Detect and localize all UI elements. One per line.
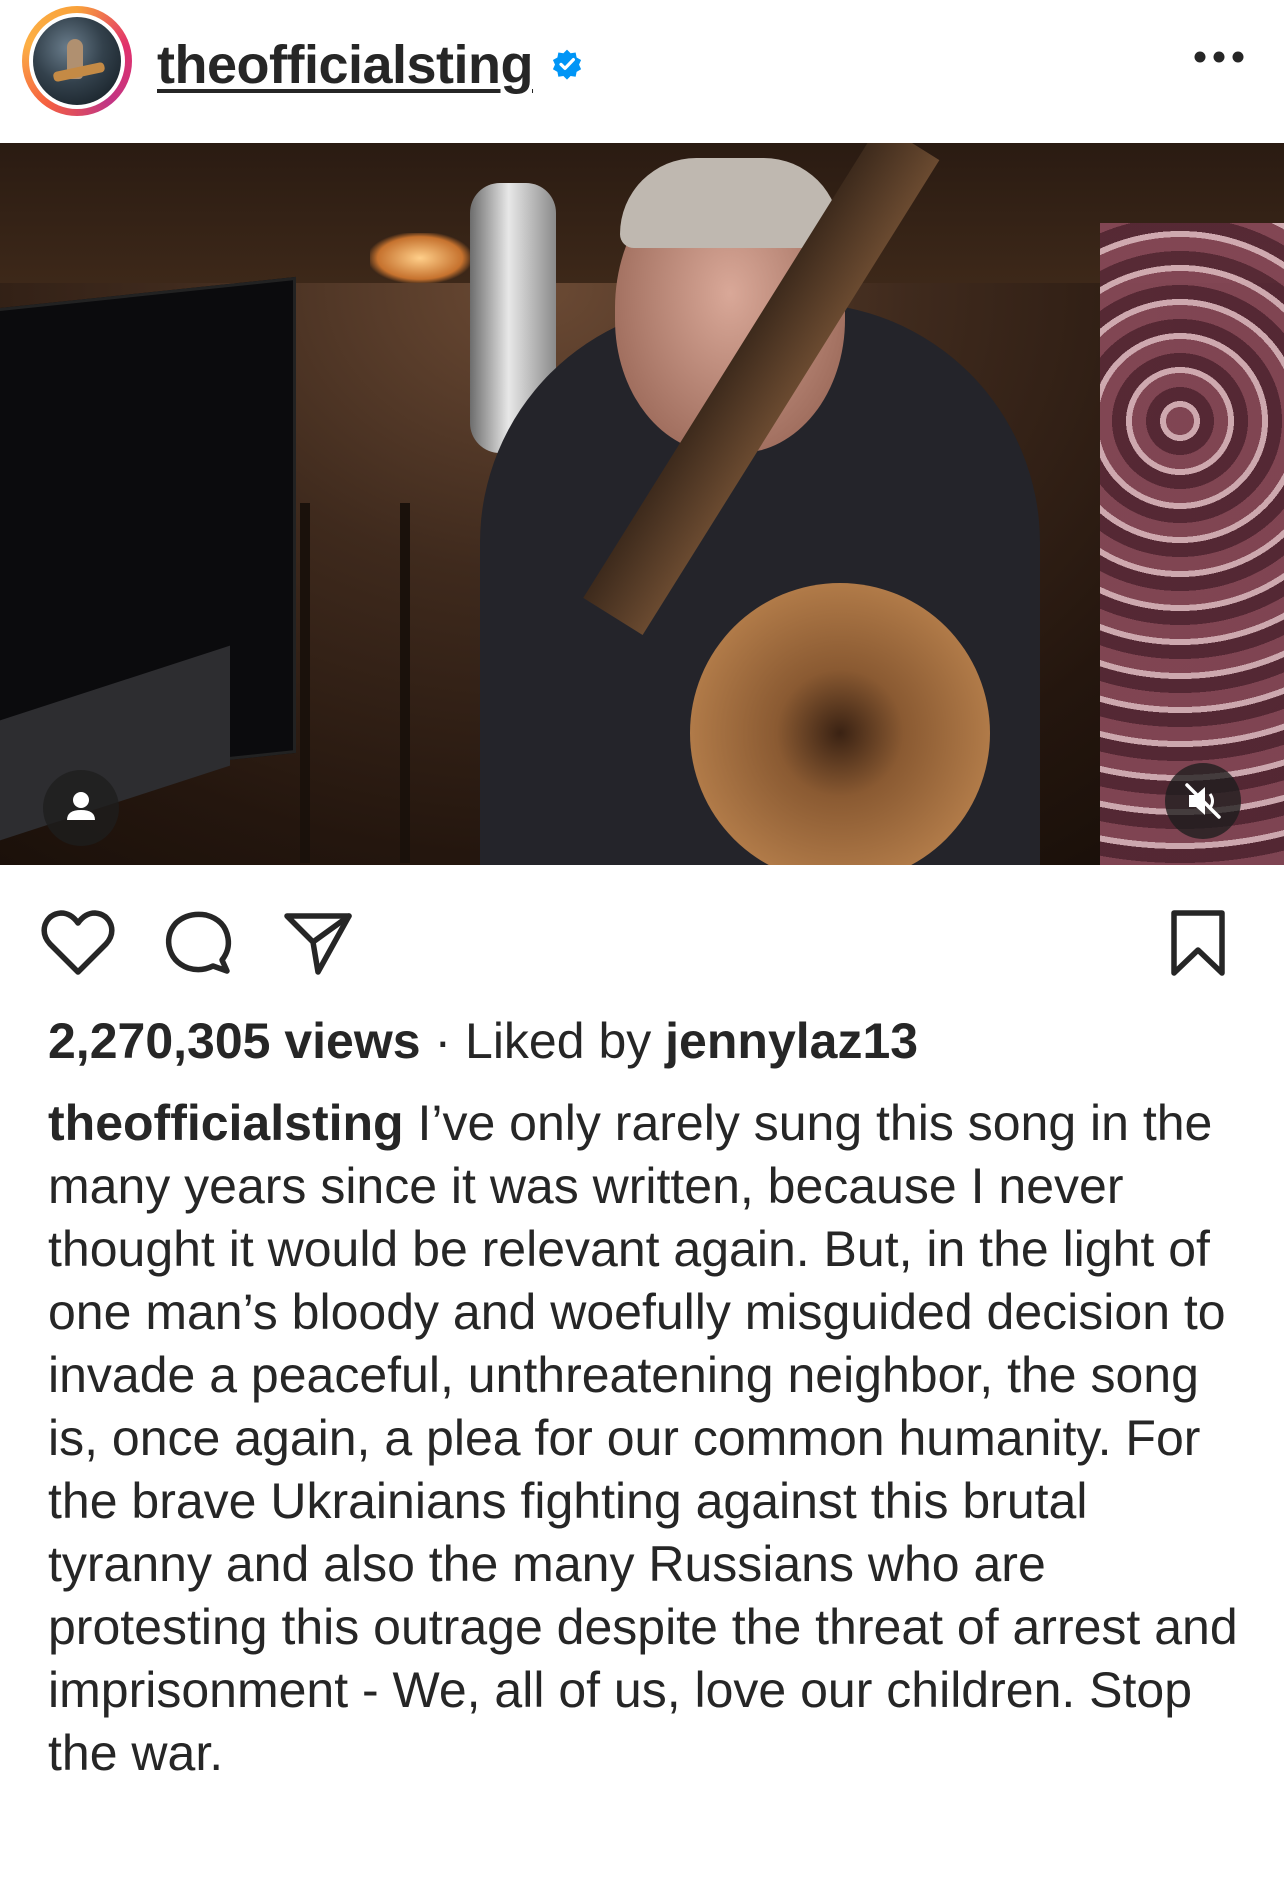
mute-button[interactable] bbox=[1165, 763, 1241, 839]
paper-plane-icon[interactable] bbox=[282, 908, 354, 978]
post-header: theofficialsting bbox=[0, 0, 1284, 143]
caption-text: I’ve only rarely sung this song in the m… bbox=[48, 1095, 1238, 1781]
view-count[interactable]: 2,270,305 views bbox=[48, 1013, 421, 1069]
liked-by-user[interactable]: jennylaz13 bbox=[665, 1013, 918, 1069]
caption-author[interactable]: theofficialsting bbox=[48, 1095, 404, 1151]
avatar[interactable] bbox=[22, 6, 132, 116]
heart-icon[interactable] bbox=[40, 908, 116, 978]
verified-badge-icon bbox=[552, 49, 582, 80]
bookmark-icon[interactable] bbox=[1168, 908, 1228, 980]
post-username[interactable]: theofficialsting bbox=[157, 34, 534, 96]
post-caption: theofficialsting I’ve only rarely sung t… bbox=[48, 1092, 1258, 1785]
video-guitar-body bbox=[690, 583, 990, 865]
post-video[interactable] bbox=[0, 143, 1284, 865]
avatar-frame bbox=[29, 13, 125, 109]
video-stool bbox=[300, 503, 410, 863]
views-line: 2,270,305 views · Liked by jennylaz13 bbox=[48, 1010, 918, 1072]
user-tag-button[interactable] bbox=[43, 770, 119, 846]
video-lamp bbox=[370, 233, 470, 283]
action-bar bbox=[0, 865, 1284, 1015]
video-person-hair bbox=[620, 158, 840, 248]
person-icon bbox=[67, 792, 95, 820]
separator: · bbox=[434, 1013, 452, 1069]
avatar-image bbox=[33, 17, 121, 105]
more-horizontal-icon[interactable] bbox=[1193, 47, 1245, 67]
comment-icon[interactable] bbox=[164, 908, 234, 978]
liked-by-label: Liked by bbox=[465, 1013, 652, 1069]
speaker-muted-icon bbox=[1185, 783, 1221, 819]
